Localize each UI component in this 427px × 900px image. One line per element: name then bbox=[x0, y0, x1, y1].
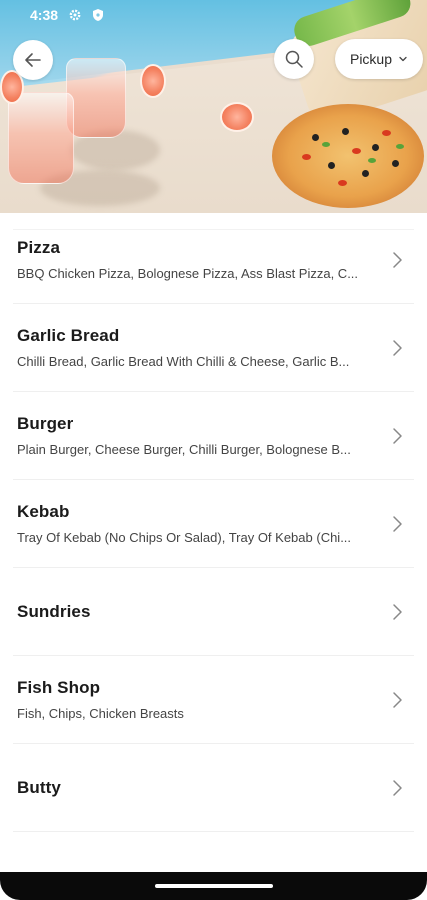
search-icon bbox=[285, 50, 303, 68]
arrow-left-icon bbox=[25, 53, 41, 67]
category-items: Plain Burger, Cheese Burger, Chilli Burg… bbox=[17, 442, 351, 457]
search-button[interactable] bbox=[274, 39, 314, 79]
chevron-down-icon bbox=[399, 56, 407, 62]
chevron-right-icon bbox=[393, 779, 402, 796]
pizza-image bbox=[272, 104, 424, 208]
home-handle[interactable] bbox=[155, 884, 273, 888]
category-items: Tray Of Kebab (No Chips Or Salad), Tray … bbox=[17, 530, 352, 545]
category-sundries[interactable]: Sundries bbox=[13, 568, 414, 656]
chevron-right-icon bbox=[393, 339, 402, 356]
category-name: Sundries bbox=[17, 601, 91, 621]
chevron-right-icon bbox=[393, 603, 402, 620]
category-butty[interactable]: Butty bbox=[13, 744, 414, 832]
category-fish-shop[interactable]: Fish Shop Fish, Chips, Chicken Breasts bbox=[13, 656, 414, 744]
shield-icon bbox=[91, 8, 105, 22]
grapefruit-slice bbox=[140, 64, 166, 98]
chevron-right-icon bbox=[393, 251, 402, 268]
category-name: Fish Shop bbox=[17, 678, 101, 697]
pickup-label: Pickup bbox=[349, 51, 393, 67]
category-garlic-bread[interactable]: Garlic Bread Chilli Bread, Garlic Bread … bbox=[13, 304, 414, 392]
drink-glass bbox=[8, 92, 74, 184]
pickup-dropdown[interactable]: Pickup bbox=[335, 39, 423, 79]
category-items: BBQ Chicken Pizza, Bolognese Pizza, Ass … bbox=[17, 266, 359, 281]
category-name: Burger bbox=[17, 414, 74, 433]
chevron-right-icon bbox=[393, 691, 402, 708]
grapefruit-slice bbox=[220, 102, 254, 132]
system-nav-bar bbox=[0, 872, 427, 900]
back-button[interactable] bbox=[13, 40, 53, 80]
hero-banner bbox=[0, 0, 427, 213]
drink-glass bbox=[66, 58, 126, 138]
category-burger[interactable]: Burger Plain Burger, Cheese Burger, Chil… bbox=[13, 392, 414, 480]
category-name: Garlic Bread bbox=[17, 326, 120, 345]
category-kebab[interactable]: Kebab Tray Of Kebab (No Chips Or Salad),… bbox=[13, 480, 414, 568]
category-items: Chilli Bread, Garlic Bread With Chilli &… bbox=[17, 354, 350, 369]
category-list: Pizza BBQ Chicken Pizza, Bolognese Pizza… bbox=[0, 216, 427, 832]
category-pizza[interactable]: Pizza BBQ Chicken Pizza, Bolognese Pizza… bbox=[13, 216, 414, 304]
category-items: Fish, Chips, Chicken Breasts bbox=[17, 706, 184, 721]
category-name: Kebab bbox=[17, 502, 70, 521]
category-name: Pizza bbox=[17, 238, 61, 257]
chevron-right-icon bbox=[393, 515, 402, 532]
status-bar: 4:38 bbox=[0, 0, 427, 30]
category-name: Butty bbox=[17, 777, 61, 797]
gear-icon bbox=[68, 8, 82, 22]
chevron-right-icon bbox=[393, 427, 402, 444]
status-time: 4:38 bbox=[30, 7, 59, 23]
